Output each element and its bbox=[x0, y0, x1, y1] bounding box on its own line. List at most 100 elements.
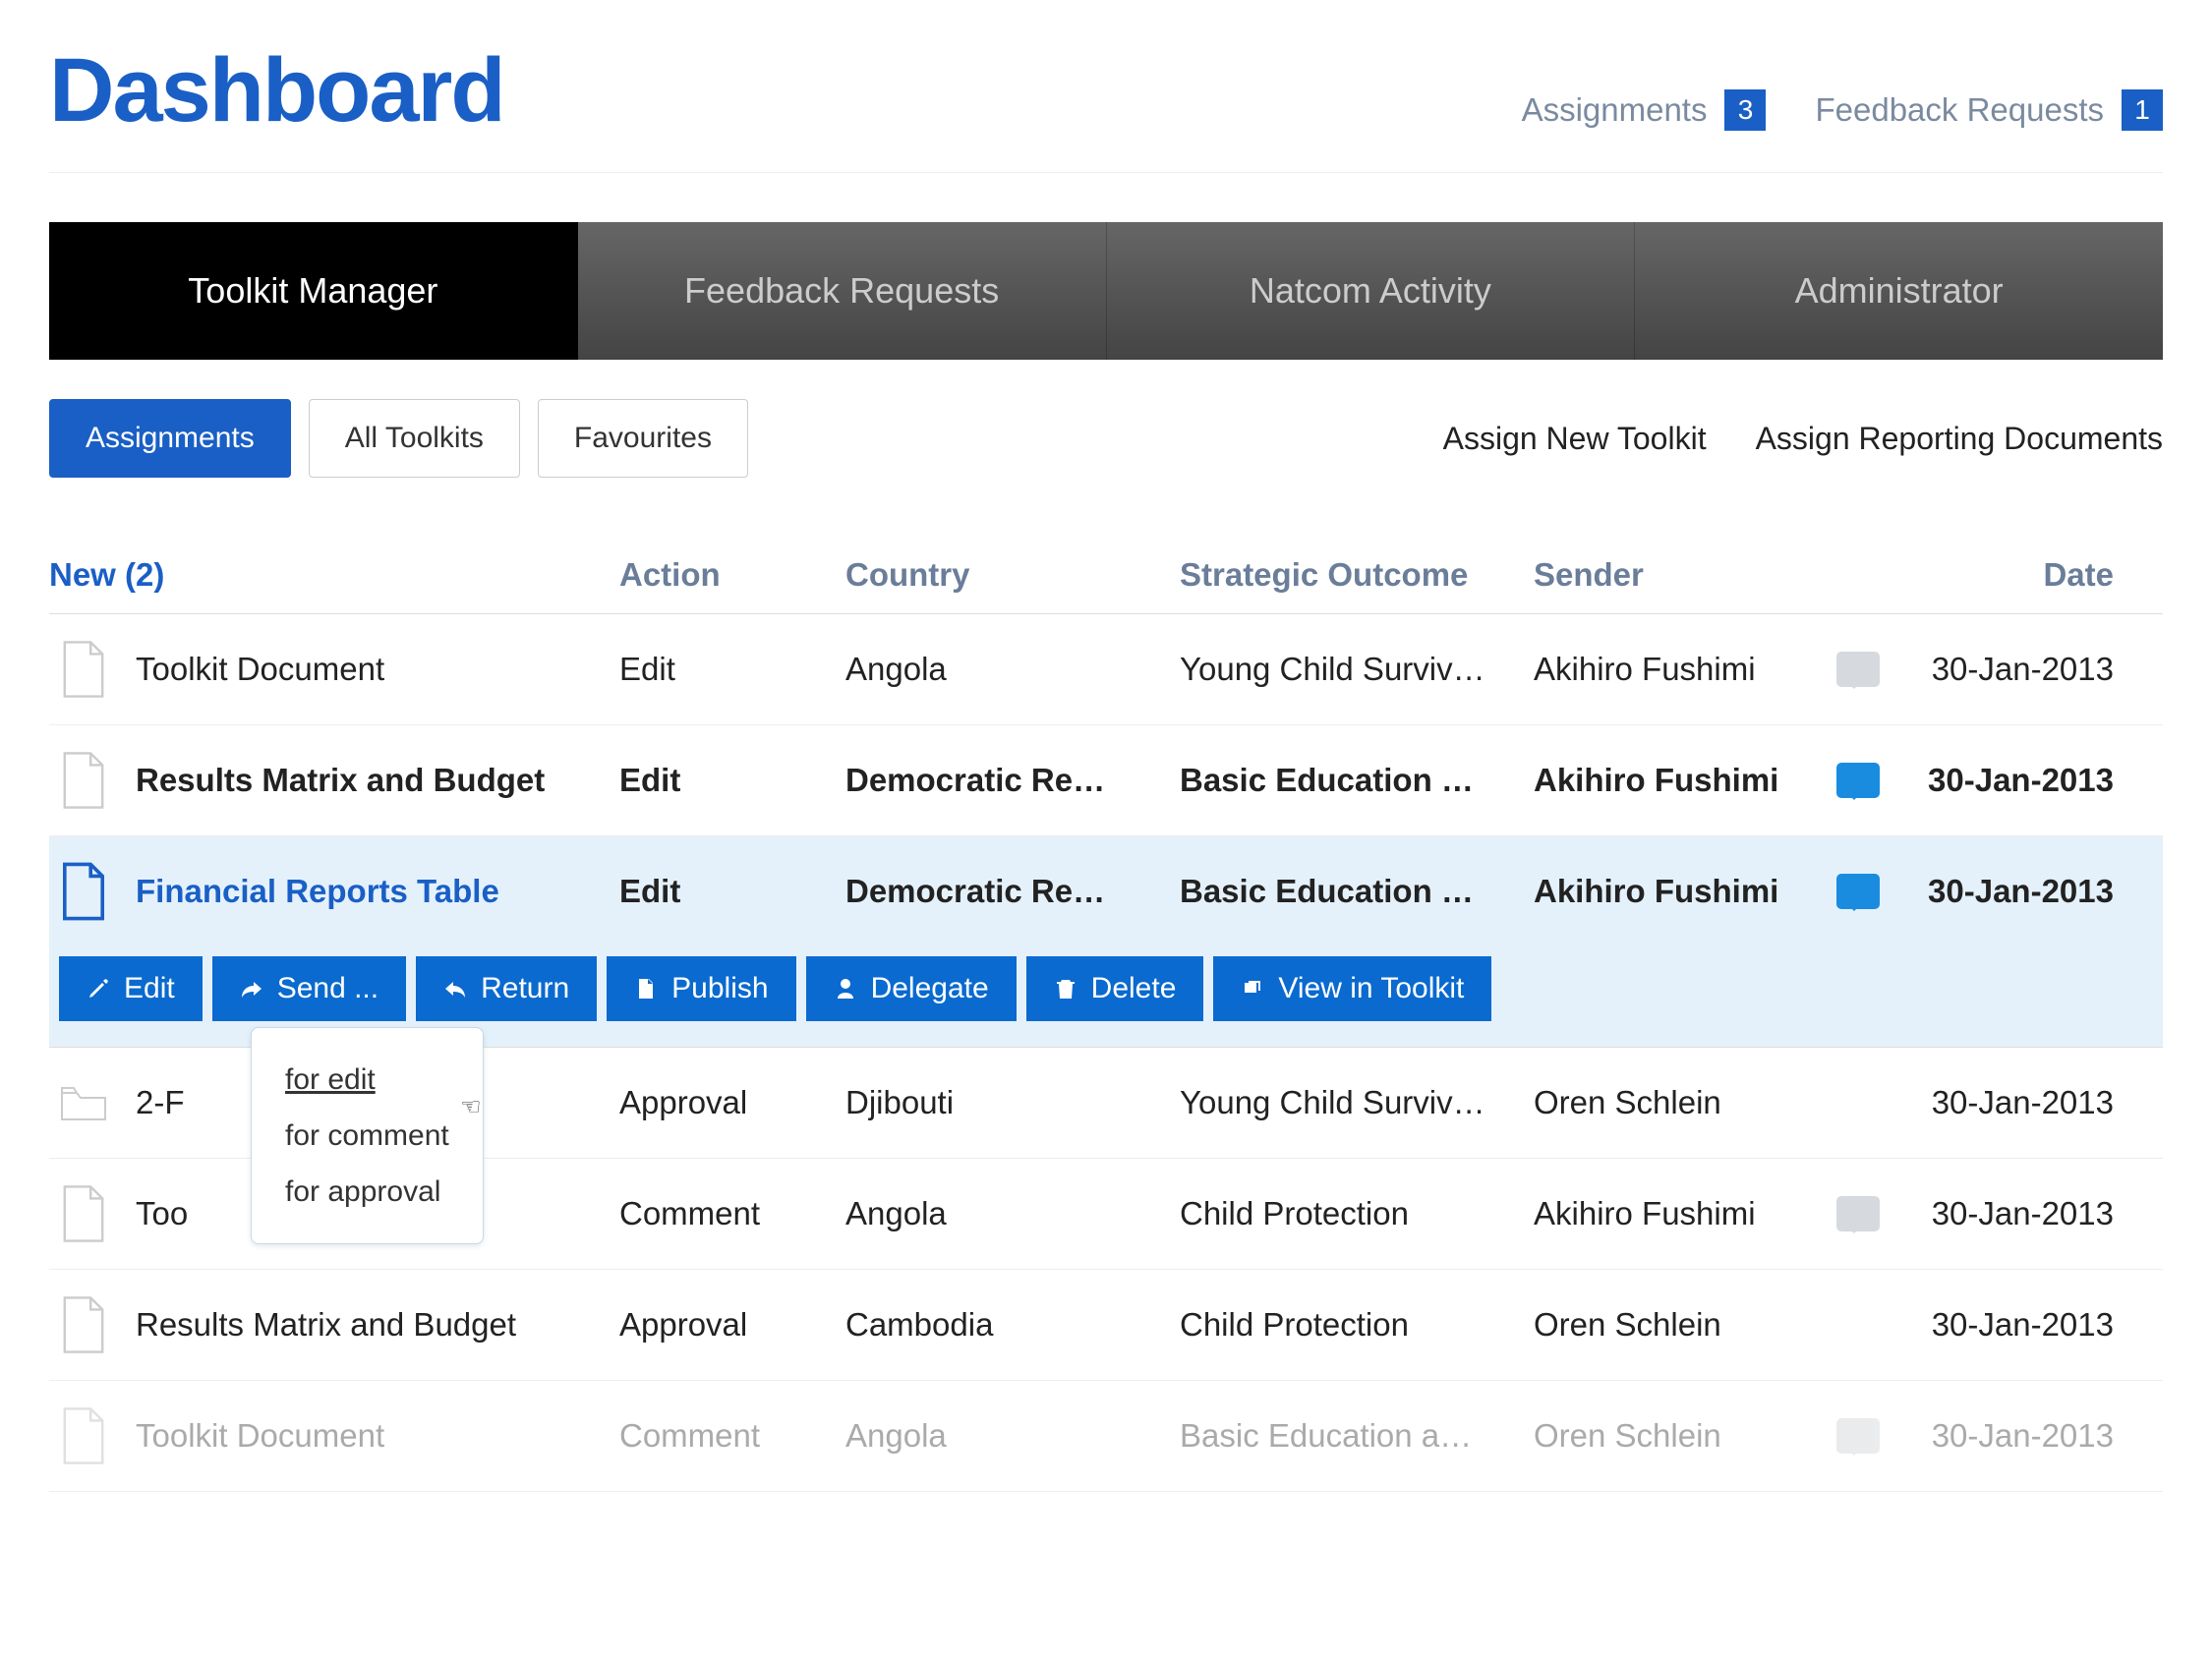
subtab-all-toolkits[interactable]: All Toolkits bbox=[309, 399, 520, 478]
assign-reporting-docs-link[interactable]: Assign Reporting Documents bbox=[1756, 421, 2163, 457]
back-icon bbox=[443, 977, 467, 1001]
view-in-toolkit-button[interactable]: View in Toolkit bbox=[1213, 956, 1491, 1021]
send-for-comment[interactable]: for comment bbox=[285, 1108, 449, 1164]
document-icon bbox=[59, 862, 108, 921]
row-date: 30-Jan-2013 bbox=[1907, 651, 2124, 688]
column-header-country[interactable]: Country bbox=[845, 556, 1180, 594]
row-name: Too bbox=[136, 1195, 188, 1232]
comment-icon[interactable] bbox=[1836, 1196, 1880, 1231]
tab-toolkit-manager[interactable]: Toolkit Manager bbox=[49, 222, 578, 360]
publish-button[interactable]: Publish bbox=[607, 956, 795, 1021]
row-action: Comment bbox=[619, 1195, 845, 1232]
tab-natcom-activity[interactable]: Natcom Activity bbox=[1107, 222, 1636, 360]
column-header-new[interactable]: New (2) bbox=[49, 556, 619, 594]
send-for-edit[interactable]: for edit ☜ bbox=[285, 1052, 449, 1108]
assign-new-toolkit-link[interactable]: Assign New Toolkit bbox=[1443, 421, 1707, 457]
row-name: Financial Reports Table bbox=[136, 873, 499, 910]
delegate-button[interactable]: Delegate bbox=[806, 956, 1017, 1021]
assignments-label: Assignments bbox=[1522, 91, 1708, 129]
column-header-sender[interactable]: Sender bbox=[1534, 556, 1809, 594]
row-action: Edit bbox=[619, 762, 845, 799]
row-date: 30-Jan-2013 bbox=[1907, 762, 2124, 799]
row-outcome: Young Child Surviv… bbox=[1180, 651, 1534, 688]
row-action: Approval bbox=[619, 1306, 845, 1344]
subtab-assignments[interactable]: Assignments bbox=[49, 399, 291, 478]
row-name: 2-F bbox=[136, 1084, 185, 1121]
table-row-selected[interactable]: Financial Reports Table Edit Democratic … bbox=[49, 836, 2163, 946]
row-name: Results Matrix and Budget bbox=[136, 1306, 516, 1344]
row-country: Democratic Re… bbox=[845, 762, 1180, 799]
row-date: 30-Jan-2013 bbox=[1907, 1084, 2124, 1121]
row-action: Edit bbox=[619, 873, 845, 910]
document-icon bbox=[59, 1184, 108, 1243]
send-for-approval[interactable]: for approval bbox=[285, 1164, 449, 1220]
comment-icon[interactable] bbox=[1836, 652, 1880, 687]
row-action: Comment bbox=[619, 1417, 845, 1455]
page-title: Dashboard bbox=[49, 39, 504, 143]
row-name: Toolkit Document bbox=[136, 651, 384, 688]
column-header-outcome[interactable]: Strategic Outcome bbox=[1180, 556, 1534, 594]
table-row[interactable]: Toolkit Document Comment Angola Basic Ed… bbox=[49, 1381, 2163, 1492]
feedback-count-badge: 1 bbox=[2122, 89, 2163, 131]
row-sender: Akihiro Fushimi bbox=[1534, 1195, 1809, 1232]
trash-icon bbox=[1054, 977, 1077, 1001]
row-sender: Akihiro Fushimi bbox=[1534, 651, 1809, 688]
document-icon bbox=[59, 751, 108, 810]
file-icon bbox=[634, 977, 658, 1001]
view-label: View in Toolkit bbox=[1278, 972, 1464, 1005]
assignments-badge-group[interactable]: Assignments 3 bbox=[1522, 89, 1767, 131]
row-country: Djibouti bbox=[845, 1084, 1180, 1121]
delete-button[interactable]: Delete bbox=[1026, 956, 1204, 1021]
row-date: 30-Jan-2013 bbox=[1907, 1306, 2124, 1344]
row-name: Results Matrix and Budget bbox=[136, 762, 545, 799]
cursor-icon: ☜ bbox=[460, 1085, 482, 1130]
row-sender: Akihiro Fushimi bbox=[1534, 873, 1809, 910]
row-action: Approval bbox=[619, 1084, 845, 1121]
row-country: Cambodia bbox=[845, 1306, 1180, 1344]
row-date: 30-Jan-2013 bbox=[1907, 873, 2124, 910]
comment-icon[interactable] bbox=[1836, 874, 1880, 909]
document-icon bbox=[59, 640, 108, 699]
assignments-count-badge: 3 bbox=[1724, 89, 1766, 131]
send-button[interactable]: Send ... bbox=[212, 956, 406, 1021]
send-label: Send ... bbox=[277, 972, 378, 1005]
subtab-favourites[interactable]: Favourites bbox=[538, 399, 748, 478]
main-tabs: Toolkit Manager Feedback Requests Natcom… bbox=[49, 222, 2163, 360]
row-date: 30-Jan-2013 bbox=[1907, 1417, 2124, 1455]
row-date: 30-Jan-2013 bbox=[1907, 1195, 2124, 1232]
tab-administrator[interactable]: Administrator bbox=[1635, 222, 2163, 360]
column-header-date[interactable]: Date bbox=[1907, 556, 2124, 594]
view-icon bbox=[1241, 977, 1264, 1001]
row-country: Angola bbox=[845, 1195, 1180, 1232]
column-header-action[interactable]: Action bbox=[619, 556, 845, 594]
table-row[interactable]: Toolkit Document Edit Angola Young Child… bbox=[49, 614, 2163, 725]
table-row[interactable]: Results Matrix and Budget Approval Cambo… bbox=[49, 1270, 2163, 1381]
send-dropdown: for edit ☜ for comment for approval bbox=[251, 1027, 484, 1244]
comment-icon[interactable] bbox=[1836, 1418, 1880, 1454]
row-outcome: Young Child Surviv… bbox=[1180, 1084, 1534, 1121]
row-outcome: Child Protection bbox=[1180, 1195, 1534, 1232]
feedback-badge-group[interactable]: Feedback Requests 1 bbox=[1815, 89, 2163, 131]
table-row[interactable]: Results Matrix and Budget Edit Democrati… bbox=[49, 725, 2163, 836]
delete-label: Delete bbox=[1091, 972, 1177, 1005]
row-country: Angola bbox=[845, 651, 1180, 688]
return-button[interactable]: Return bbox=[416, 956, 597, 1021]
row-sender: Akihiro Fushimi bbox=[1534, 762, 1809, 799]
row-outcome: Basic Education … bbox=[1180, 873, 1534, 910]
document-icon bbox=[59, 1406, 108, 1465]
row-country: Democratic Re… bbox=[845, 873, 1180, 910]
row-sender: Oren Schlein bbox=[1534, 1417, 1809, 1455]
row-outcome: Basic Education a… bbox=[1180, 1417, 1534, 1455]
tab-feedback-requests[interactable]: Feedback Requests bbox=[578, 222, 1107, 360]
return-label: Return bbox=[481, 972, 569, 1005]
edit-button[interactable]: Edit bbox=[59, 956, 203, 1021]
row-outcome: Basic Education … bbox=[1180, 762, 1534, 799]
feedback-label: Feedback Requests bbox=[1815, 91, 2104, 129]
publish-label: Publish bbox=[671, 972, 768, 1005]
row-name: Toolkit Document bbox=[136, 1417, 384, 1455]
comment-icon[interactable] bbox=[1836, 763, 1880, 798]
assignments-table: New (2) Action Country Strategic Outcome… bbox=[49, 537, 2163, 1492]
document-icon bbox=[59, 1295, 108, 1354]
row-outcome: Child Protection bbox=[1180, 1306, 1534, 1344]
row-country: Angola bbox=[845, 1417, 1180, 1455]
